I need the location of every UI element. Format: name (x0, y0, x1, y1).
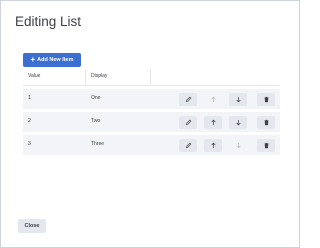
close-button[interactable]: Close (18, 219, 46, 233)
arrow-down-icon (235, 120, 241, 126)
pencil-icon (185, 119, 191, 126)
arrow-down-icon (235, 97, 241, 103)
move-up-button[interactable] (204, 116, 222, 129)
add-new-item-button[interactable]: + Add New Item (23, 53, 81, 67)
edit-button[interactable] (179, 139, 197, 152)
add-new-item-label: Add New Item (37, 57, 74, 63)
row-value: 3 (28, 141, 31, 147)
row-value: 2 (28, 118, 31, 124)
move-down-button[interactable] (229, 116, 247, 129)
move-up-button[interactable] (204, 139, 222, 152)
pencil-icon (185, 96, 191, 103)
move-down-button[interactable] (229, 93, 247, 106)
arrow-up-icon (210, 119, 216, 125)
pencil-icon (185, 142, 191, 149)
edit-button[interactable] (179, 116, 197, 129)
row-display: Three (91, 141, 105, 147)
delete-button[interactable] (257, 139, 275, 152)
arrow-up-icon (210, 142, 216, 148)
table-row: 3 Three (23, 135, 280, 155)
table-row: 1 One (23, 89, 280, 109)
trash-icon (263, 142, 269, 149)
move-down-button[interactable] (229, 139, 247, 152)
dialog-title: Editing List (15, 14, 82, 29)
row-display: One (91, 95, 101, 101)
arrow-down-icon (235, 143, 241, 149)
column-header-display: Display (91, 73, 108, 79)
arrow-up-icon (210, 96, 216, 102)
table-header: Value Display (23, 69, 280, 86)
column-divider (150, 69, 151, 84)
delete-button[interactable] (257, 93, 275, 106)
items-table: Value Display 1 One 2 Two 3 Three (23, 69, 280, 155)
edit-button[interactable] (179, 93, 197, 106)
plus-icon: + (30, 55, 36, 64)
row-value: 1 (28, 95, 31, 101)
column-divider (85, 69, 86, 84)
trash-icon (263, 96, 269, 103)
move-up-button[interactable] (204, 93, 222, 106)
delete-button[interactable] (257, 116, 275, 129)
row-display: Two (91, 118, 101, 124)
table-row: 2 Two (23, 112, 280, 132)
editing-list-dialog: Editing List + Add New Item Value Displa… (0, 0, 300, 248)
column-header-value: Value (28, 73, 41, 79)
trash-icon (263, 119, 269, 126)
